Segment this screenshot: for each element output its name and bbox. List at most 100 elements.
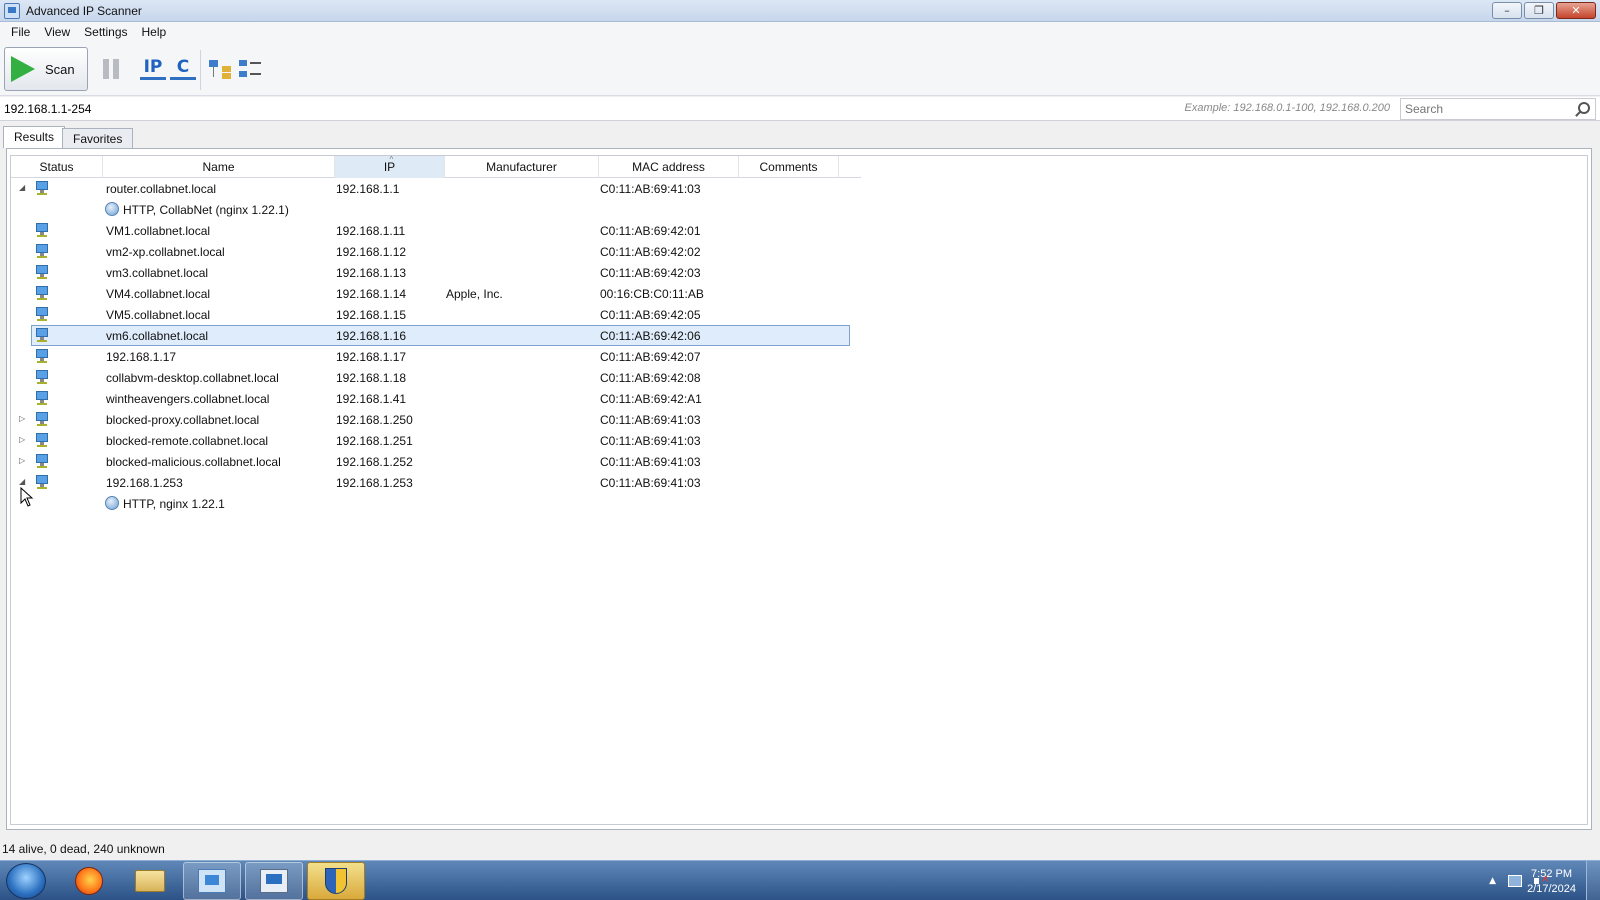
folder-icon — [135, 870, 165, 892]
host-mac: C0:11:AB:69:41:03 — [600, 434, 701, 448]
host-ip: 192.168.1.251 — [336, 434, 413, 448]
tray-network-icon[interactable] — [1508, 875, 1522, 887]
menu-view[interactable]: View — [37, 25, 77, 39]
menu-help[interactable]: Help — [135, 25, 174, 39]
taskbar-computer-app[interactable] — [245, 862, 303, 900]
host-name: router.collabnet.local — [106, 182, 217, 196]
menu-bar: File View Settings Help — [0, 22, 1600, 42]
host-ip: 192.168.1.15 — [336, 308, 407, 322]
close-button[interactable]: ✕ — [1556, 2, 1596, 19]
computer-status-icon — [35, 433, 49, 447]
expand-all-button[interactable] — [208, 56, 234, 82]
search-input[interactable] — [1401, 99, 1561, 119]
start-button[interactable] — [6, 863, 46, 899]
address-bar: Example: 192.168.0.1-100, 192.168.0.200 — [0, 97, 1600, 121]
host-ip: 192.168.1.1 — [336, 182, 400, 196]
subnet-c-button[interactable]: C — [170, 56, 196, 80]
mouse-cursor-icon — [20, 487, 34, 507]
host-ip: 192.168.1.14 — [336, 287, 407, 301]
table-row[interactable]: ◢ 192.168.1.253 192.168.1.253 C0:11:AB:69:4… — [11, 472, 1587, 493]
window-title: Advanced IP Scanner — [26, 3, 142, 18]
column-name[interactable]: Name — [103, 156, 335, 178]
toolbar-separator — [200, 50, 201, 90]
table-row[interactable]: vm2-xp.collabnet.local 192.168.1.12 C0:11:… — [11, 241, 1587, 262]
ip-range-input[interactable] — [4, 99, 904, 119]
taskbar-security-app[interactable] — [307, 862, 365, 900]
table-row[interactable]: ▷ blocked-remote.collabnet.local 192.168.1… — [11, 430, 1587, 451]
host-mac: C0:11:AB:69:41:03 — [600, 455, 701, 469]
scan-label: Scan — [45, 61, 75, 77]
results-table: Status Name ^ IP Manufacturer MAC addres… — [10, 155, 1588, 825]
menu-settings[interactable]: Settings — [77, 25, 134, 39]
host-mac: C0:11:AB:69:42:02 — [600, 245, 701, 259]
computer-status-icon — [35, 244, 49, 258]
show-desktop-button[interactable] — [1586, 861, 1600, 900]
expand-arrow-icon[interactable]: ▷ — [19, 456, 29, 466]
service-row[interactable]: HTTP, CollabNet (nginx 1.22.1) — [11, 199, 1587, 220]
taskbar: ▲ 7:52 PM 2/17/2024 — [0, 860, 1600, 900]
table-row[interactable]: vm6.collabnet.local 192.168.1.16 C0:11:AB:… — [11, 325, 1587, 346]
table-row[interactable]: ▷ blocked-proxy.collabnet.local 192.168.1.… — [11, 409, 1587, 430]
table-row[interactable]: VM1.collabnet.local 192.168.1.11 C0:11:AB:… — [11, 220, 1587, 241]
host-name: VM4.collabnet.local — [106, 287, 211, 301]
search-box[interactable] — [1400, 98, 1596, 120]
host-ip: 192.168.1.252 — [336, 455, 413, 469]
pause-button[interactable] — [98, 56, 124, 82]
app-icon — [4, 2, 20, 19]
column-status[interactable]: Status — [11, 156, 103, 178]
globe-icon — [105, 496, 119, 510]
host-mac: C0:11:AB:69:42:A1 — [600, 392, 702, 406]
table-row[interactable]: ▷ blocked-malicious.collabnet.local 192.16… — [11, 451, 1587, 472]
computer-status-icon — [35, 223, 49, 237]
host-mac: C0:11:AB:69:42:03 — [600, 266, 701, 280]
shield-icon — [325, 868, 347, 894]
host-name: vm3.collabnet.local — [106, 266, 209, 280]
computer-status-icon — [35, 181, 49, 195]
taskbar-clock[interactable]: 7:52 PM 2/17/2024 — [1527, 867, 1576, 897]
collapse-arrow-icon[interactable]: ◢ — [19, 183, 29, 193]
restore-button[interactable]: ❐ — [1524, 2, 1554, 19]
host-mac: C0:11:AB:69:42:06 — [600, 329, 701, 343]
ip-range-button[interactable]: IP — [140, 56, 166, 80]
scan-status-text: 14 alive, 0 dead, 240 unknown — [2, 842, 165, 856]
column-manufacturer[interactable]: Manufacturer — [445, 156, 599, 178]
minimize-button[interactable]: – — [1492, 2, 1522, 19]
collapse-all-button[interactable] — [238, 56, 264, 82]
menu-file[interactable]: File — [4, 25, 37, 39]
table-row[interactable]: ◢ router.collabnet.local 192.168.1.1 C0:11:… — [11, 178, 1587, 199]
scan-button[interactable]: Scan — [4, 47, 88, 91]
taskbar-firefox[interactable] — [60, 862, 118, 900]
computer-status-icon — [35, 307, 49, 321]
host-mac: 00:16:CB:C0:11:AB — [600, 287, 704, 301]
column-mac[interactable]: MAC address — [599, 156, 739, 178]
search-icon[interactable] — [1578, 102, 1590, 114]
host-ip: 192.168.1.13 — [336, 266, 407, 280]
tray-expand-icon[interactable]: ▲ — [1489, 876, 1496, 886]
host-name: 192.168.1.253 — [106, 476, 183, 490]
pause-icon — [103, 59, 109, 79]
table-row[interactable]: wintheavengers.collabnet.local 192.168.1.… — [11, 388, 1587, 409]
table-row[interactable]: 192.168.1.17 192.168.1.17 C0:11:AB:69:42:0… — [11, 346, 1587, 367]
taskbar-network-app[interactable] — [183, 862, 241, 900]
tab-favorites[interactable]: Favorites — [62, 128, 134, 148]
table-row[interactable]: VM4.collabnet.local 192.168.1.14 Apple, In… — [11, 283, 1587, 304]
globe-icon — [105, 202, 119, 216]
host-mac: C0:11:AB:69:41:03 — [600, 476, 701, 490]
computer-status-icon — [35, 349, 49, 363]
table-header: Status Name ^ IP Manufacturer MAC addres… — [11, 156, 861, 178]
service-row[interactable]: HTTP, nginx 1.22.1 — [11, 493, 1587, 514]
table-row[interactable]: collabvm-desktop.collabnet.local 192.168.… — [11, 367, 1587, 388]
tab-results[interactable]: Results — [3, 126, 66, 148]
column-ip[interactable]: ^ IP — [335, 156, 445, 178]
table-row[interactable]: vm3.collabnet.local 192.168.1.13 C0:11:AB:… — [11, 262, 1587, 283]
column-comments[interactable]: Comments — [739, 156, 839, 178]
computer-status-icon — [35, 391, 49, 405]
computer-status-icon — [35, 328, 49, 342]
taskbar-explorer[interactable] — [121, 862, 179, 900]
firefox-icon — [75, 867, 103, 895]
host-ip: 192.168.1.253 — [336, 476, 413, 490]
expand-arrow-icon[interactable]: ▷ — [19, 435, 29, 445]
table-row[interactable]: VM5.collabnet.local 192.168.1.15 C0:11:AB:… — [11, 304, 1587, 325]
collapse-arrow-icon[interactable]: ◢ — [19, 477, 29, 487]
expand-arrow-icon[interactable]: ▷ — [19, 414, 29, 424]
